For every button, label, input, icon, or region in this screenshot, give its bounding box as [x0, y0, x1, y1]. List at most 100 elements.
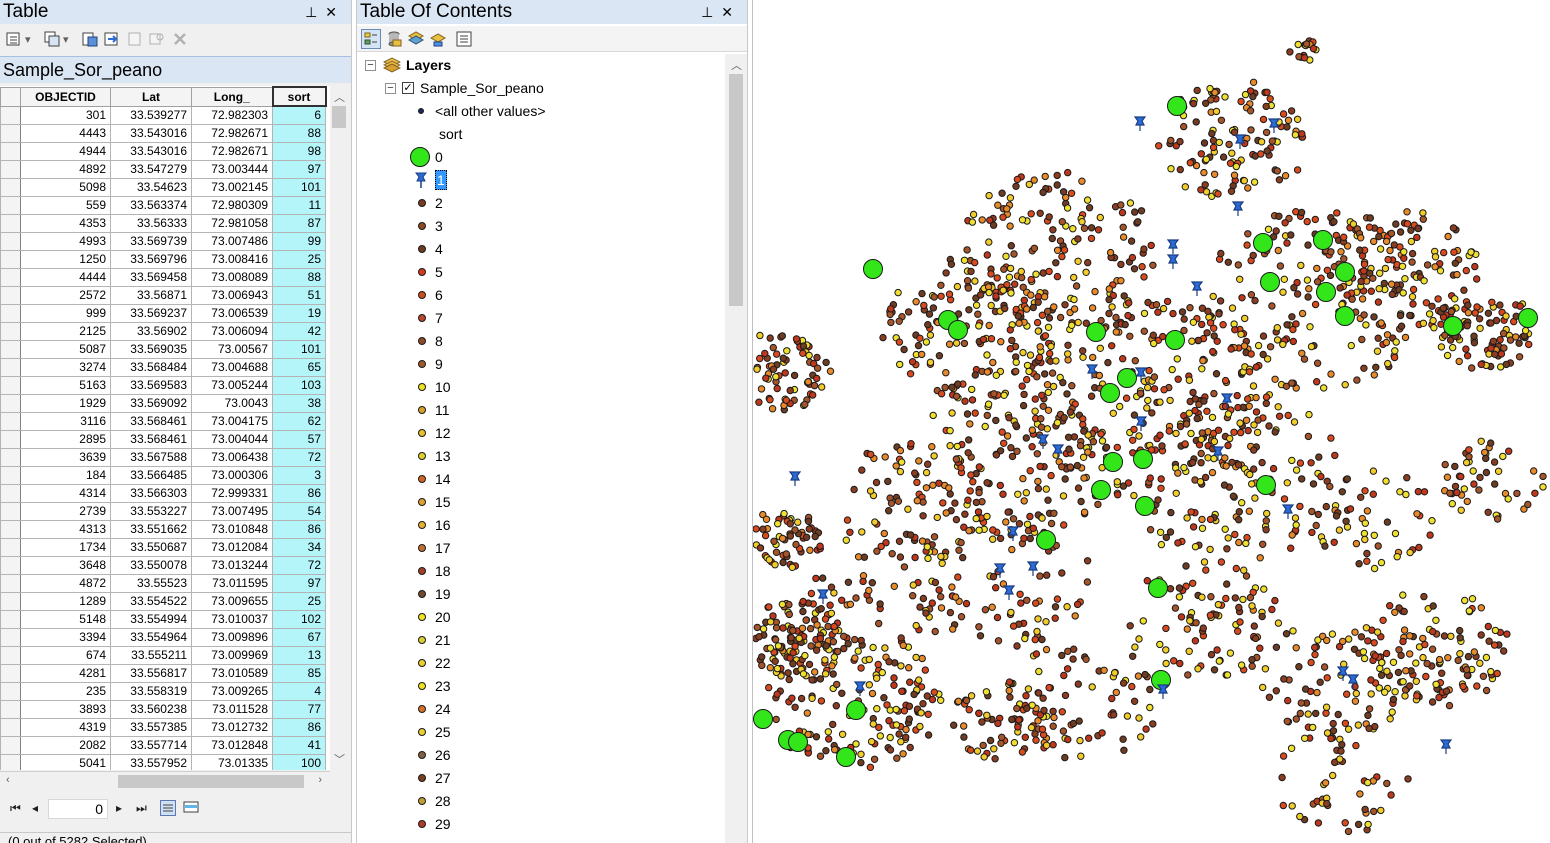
map-point[interactable] [1296, 459, 1305, 467]
map-point[interactable] [1444, 654, 1452, 662]
legend-row[interactable]: 7 [357, 307, 697, 329]
map-point[interactable] [838, 730, 847, 738]
map-point[interactable] [952, 339, 961, 347]
map-point[interactable] [1397, 651, 1405, 660]
map-point[interactable] [1180, 315, 1188, 323]
table-row[interactable]: 3893 33.560238 73.011528 77 [0, 699, 326, 719]
table-row[interactable]: 3116 33.568461 73.004175 62 [0, 411, 326, 431]
map-point[interactable] [1015, 319, 1023, 327]
map-point[interactable] [1113, 478, 1121, 486]
map-point[interactable] [1006, 222, 1014, 230]
map-point[interactable] [1049, 707, 1057, 715]
map-point[interactable] [1283, 479, 1291, 487]
map-point[interactable] [992, 416, 1000, 425]
legend-row[interactable]: 6 [357, 284, 697, 306]
cell-sort[interactable]: 100 [272, 753, 326, 770]
map-point[interactable] [1289, 337, 1297, 346]
row-selector[interactable] [0, 627, 21, 647]
map-point[interactable] [770, 537, 778, 545]
row-selector[interactable] [0, 177, 21, 197]
map-point[interactable] [1401, 333, 1410, 342]
cell-long[interactable]: 73.006539 [191, 303, 273, 323]
map-point[interactable] [1098, 729, 1106, 737]
map-point[interactable] [1052, 357, 1060, 365]
map-point[interactable] [1063, 665, 1072, 673]
map-point[interactable] [923, 543, 932, 551]
map-point[interactable] [1373, 347, 1382, 355]
map-point[interactable] [906, 678, 914, 686]
map-point[interactable] [1224, 410, 1233, 418]
map-point[interactable] [1482, 468, 1491, 477]
map-point[interactable] [1037, 423, 1046, 431]
map-point[interactable] [858, 466, 866, 474]
cell-lat[interactable]: 33.557952 [110, 753, 192, 770]
map-point[interactable] [1226, 649, 1235, 657]
map-point[interactable] [1479, 672, 1488, 680]
map-point[interactable] [960, 256, 969, 264]
map-point[interactable] [1441, 460, 1449, 469]
pushpin-icon[interactable] [1133, 116, 1147, 131]
row-selector[interactable] [0, 609, 21, 629]
map-point[interactable] [918, 350, 926, 359]
table-row[interactable]: 2125 33.56902 73.006094 42 [0, 321, 326, 341]
map-point[interactable] [1262, 128, 1271, 137]
map-point[interactable] [1431, 263, 1439, 271]
map-point[interactable] [1451, 462, 1459, 471]
map-point[interactable] [1144, 298, 1152, 307]
map-point[interactable] [992, 292, 1000, 300]
map-point[interactable] [1128, 682, 1136, 691]
map-point[interactable] [1396, 488, 1404, 496]
map-point[interactable] [1473, 682, 1481, 690]
map-point[interactable] [1300, 54, 1309, 62]
map-point[interactable] [1119, 233, 1128, 241]
map-point[interactable] [1263, 88, 1271, 97]
legend-row[interactable]: 2 [357, 192, 697, 214]
cell-lat[interactable]: 33.566485 [110, 465, 192, 485]
map-point[interactable] [1312, 709, 1320, 718]
map-point[interactable] [857, 636, 865, 645]
map-point[interactable] [931, 627, 939, 636]
map-point[interactable] [1096, 213, 1104, 222]
map-point[interactable] [1394, 668, 1403, 677]
map-point[interactable] [1060, 521, 1068, 529]
map-point[interactable] [1258, 612, 1266, 621]
map-point[interactable] [983, 411, 992, 420]
map-point[interactable] [1027, 210, 1035, 218]
map-point[interactable] [1019, 401, 1028, 410]
map-point[interactable] [972, 514, 980, 523]
map-point[interactable] [1018, 382, 1026, 390]
map-point[interactable] [1114, 491, 1122, 499]
map-point[interactable] [937, 593, 945, 601]
map-point[interactable] [1423, 659, 1431, 668]
map-point[interactable] [1273, 167, 1281, 175]
legend-row[interactable]: 28 [357, 790, 697, 812]
map-point[interactable] [1429, 316, 1437, 325]
cell-sort[interactable]: 13 [272, 645, 326, 665]
tree-row-layer[interactable]: − ✓ Sample_Sor_peano [383, 77, 703, 99]
map-point[interactable] [1415, 543, 1423, 552]
map-point[interactable] [1193, 414, 1201, 423]
map-point[interactable] [1524, 500, 1532, 509]
map-point[interactable] [1074, 680, 1082, 688]
map-point[interactable] [1059, 727, 1068, 735]
map-point[interactable] [878, 668, 887, 677]
map-point[interactable] [812, 574, 820, 583]
map-point[interactable] [1059, 378, 1067, 387]
map-point[interactable] [1539, 472, 1547, 481]
map-point[interactable] [1113, 443, 1121, 452]
map-point[interactable] [1049, 741, 1057, 749]
map-point[interactable] [1371, 652, 1379, 660]
map-point[interactable] [920, 301, 928, 310]
map-point[interactable] [813, 621, 821, 629]
map-point[interactable] [1217, 116, 1226, 125]
map-point[interactable] [865, 681, 874, 689]
cell-lat[interactable]: 33.543016 [110, 141, 192, 161]
cell-long[interactable]: 73.009896 [191, 627, 273, 647]
map-point[interactable] [1357, 234, 1365, 242]
map-point[interactable] [1259, 332, 1268, 340]
map-point[interactable] [1084, 258, 1092, 267]
map-point[interactable] [1419, 215, 1427, 223]
map-point[interactable] [1038, 725, 1047, 733]
cell-long[interactable]: 73.002145 [191, 177, 273, 197]
map-point[interactable] [1198, 429, 1206, 437]
